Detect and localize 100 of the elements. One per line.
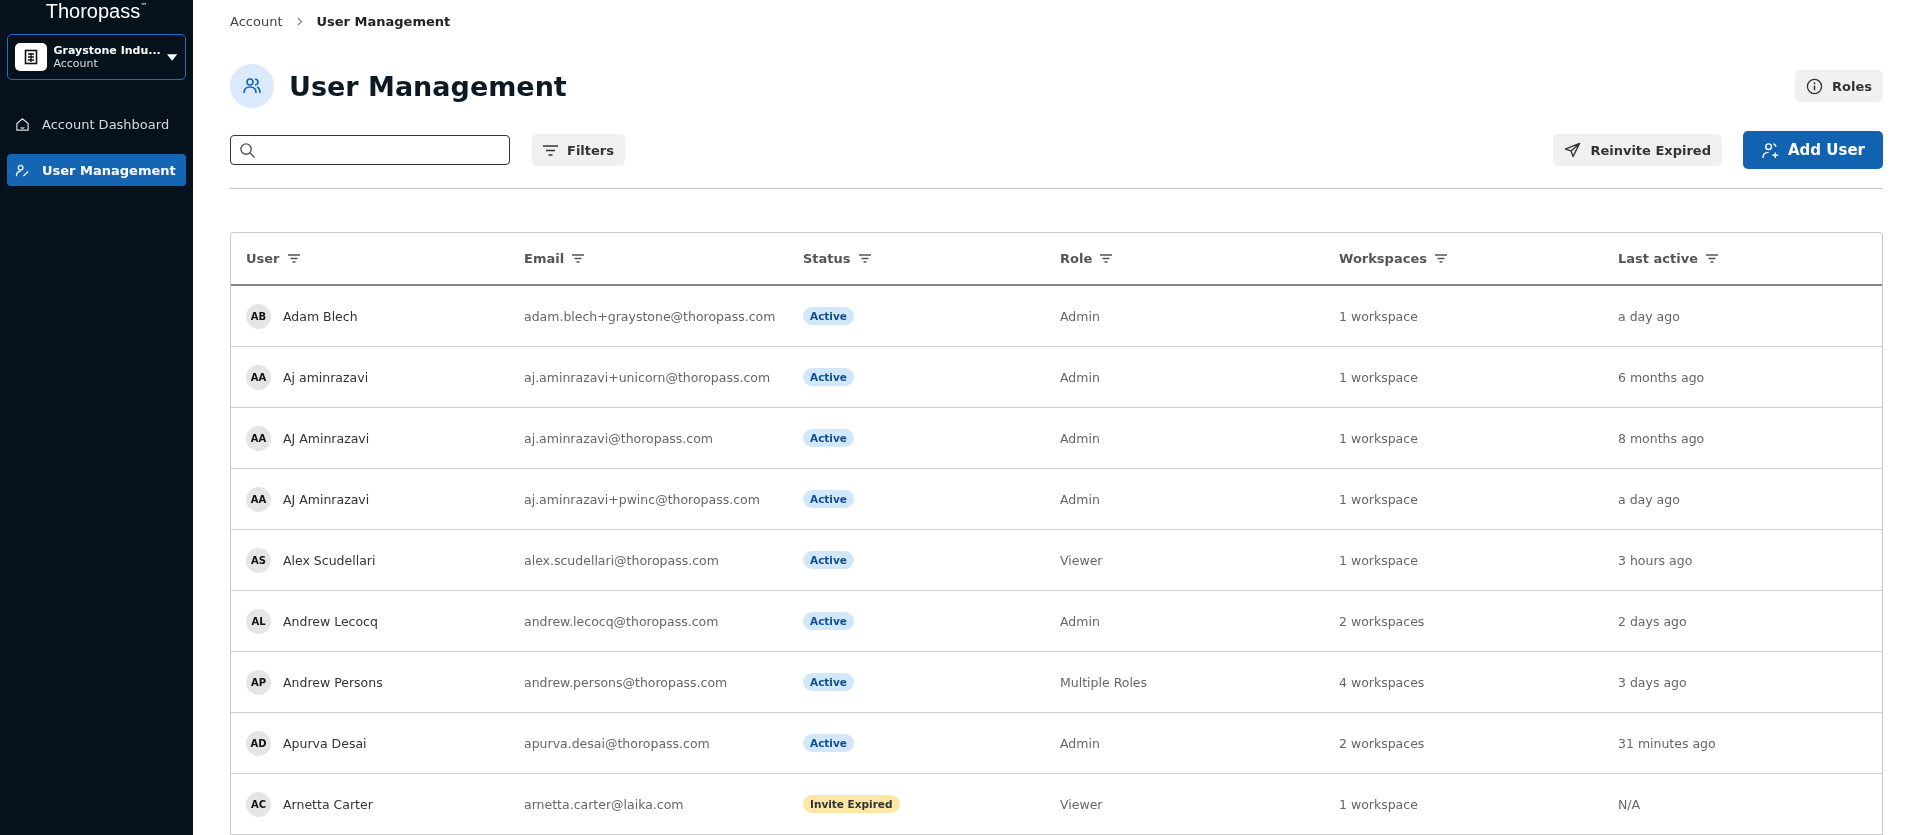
column-header[interactable]: Role [1045, 251, 1128, 266]
workspaces-text: 1 workspace [1339, 369, 1418, 385]
user-name: Andrew Lecocq [283, 613, 378, 629]
add-user-button[interactable]: Add User [1743, 131, 1883, 170]
column-header[interactable]: Status [788, 251, 886, 266]
last-active-text: N/A [1618, 796, 1641, 812]
email-text: aj.aminrazavi@thoropass.com [524, 430, 713, 446]
status-badge: Active [803, 673, 854, 691]
role-text: Admin [1060, 369, 1100, 385]
sidebar-item[interactable]: Account Dashboard [7, 108, 186, 140]
logo: Thoropass [45, 0, 141, 22]
workspaces-text: 4 workspaces [1339, 674, 1425, 690]
avatar-initials: AS [246, 547, 271, 573]
role-text: Viewer [1060, 552, 1103, 568]
last-active-text: 6 months ago [1618, 369, 1705, 385]
home-icon [15, 116, 30, 132]
email-text: aj.aminrazavi+pwinc@thoropass.com [524, 491, 760, 507]
send-icon [1564, 141, 1582, 159]
sidebar-item[interactable]: User Management [7, 154, 186, 186]
workspaces-text: 1 workspace [1339, 308, 1418, 324]
roles-button[interactable]: Roles [1795, 70, 1883, 102]
filter-icon [543, 144, 558, 156]
breadcrumb-link[interactable]: Account [230, 14, 283, 30]
role-text: Admin [1060, 613, 1100, 629]
avatar-initials: AC [246, 791, 271, 817]
users-icon [230, 64, 274, 108]
role-text: Admin [1060, 308, 1100, 324]
email-text: apurva.desai@thoropass.com [524, 735, 710, 751]
role-text: Admin [1060, 491, 1100, 507]
status-badge: Active [803, 368, 854, 386]
filter-icon [1100, 254, 1113, 263]
caret-icon [166, 53, 177, 61]
avatar-initials: AA [246, 425, 271, 451]
column-header[interactable]: Email [509, 251, 600, 266]
avatar-initials: AA [246, 486, 271, 512]
avatar-initials: AL [246, 608, 271, 634]
last-active-text: a day ago [1618, 491, 1680, 507]
status-badge: Active [803, 307, 854, 325]
last-active-text: 31 minutes ago [1618, 735, 1716, 751]
email-text: aj.aminrazavi+unicorn@thoropass.com [524, 369, 771, 385]
workspaces-text: 1 workspace [1339, 491, 1418, 507]
user-name: Apurva Desai [283, 735, 367, 751]
column-header[interactable]: User [231, 251, 315, 266]
user-edit-icon [15, 162, 30, 178]
workspaces-text: 1 workspace [1339, 796, 1418, 812]
status-badge: Active [803, 612, 854, 630]
email-text: andrew.lecocq@thoropass.com [524, 613, 719, 629]
avatar-initials: AD [246, 730, 271, 756]
info-icon [1806, 77, 1824, 95]
status-badge: Active [803, 490, 854, 508]
account-name: Graystone Indu... [53, 44, 161, 57]
user-name: AJ Aminrazavi [283, 430, 370, 446]
role-text: Admin [1060, 430, 1100, 446]
user-name: Adam Blech [283, 308, 358, 324]
last-active-text: a day ago [1618, 308, 1680, 324]
avatar-initials: AB [246, 303, 271, 329]
last-active-text: 3 hours ago [1618, 552, 1693, 568]
add-user-icon [1761, 140, 1780, 160]
filter-icon [1434, 254, 1447, 263]
filter-icon [287, 254, 300, 263]
avatar-initials: AA [246, 364, 271, 390]
status-badge: Active [803, 429, 854, 447]
role-text: Multiple Roles [1060, 674, 1148, 690]
workspaces-text: 1 workspace [1339, 552, 1418, 568]
last-active-text: 8 months ago [1618, 430, 1705, 446]
filter-icon [858, 254, 871, 263]
user-name: Andrew Persons [283, 674, 383, 690]
last-active-text: 3 days ago [1618, 674, 1687, 690]
email-text: adam.blech+graystone@thoropass.com [524, 308, 776, 324]
last-active-text: 2 days ago [1618, 613, 1687, 629]
email-text: alex.scudellari@thoropass.com [524, 552, 719, 568]
email-text: arnetta.carter@laika.com [524, 796, 684, 812]
user-name: AJ Aminrazavi [283, 491, 370, 507]
status-badge: Active [803, 734, 854, 752]
page-title: User Management [289, 70, 567, 102]
user-name: Aj aminrazavi [283, 369, 369, 385]
user-name: Alex Scudellari [283, 552, 376, 568]
column-header[interactable]: Workspaces [1324, 251, 1462, 266]
role-text: Admin [1060, 735, 1100, 751]
user-name: Arnetta Carter [283, 796, 373, 812]
column-header[interactable]: Last active [1603, 251, 1733, 266]
filters-button[interactable]: Filters [532, 134, 625, 167]
status-badge: Active [803, 551, 854, 569]
reinvite-button[interactable]: Reinvite Expired [1553, 134, 1722, 167]
search-field[interactable] [230, 135, 510, 166]
workspaces-text: 2 workspaces [1339, 735, 1425, 751]
filter-icon [1706, 254, 1718, 263]
breadcrumb-link[interactable]: User Management [316, 14, 451, 30]
filter-icon [572, 254, 585, 263]
chevron-icon [296, 17, 303, 27]
workspaces-text: 2 workspaces [1339, 613, 1425, 629]
account-label: Account [53, 57, 99, 70]
status-badge: Invite Expired [803, 795, 900, 813]
role-text: Viewer [1060, 796, 1103, 812]
building-icon [15, 43, 48, 71]
account-switcher[interactable]: Graystone Indu... Account [7, 34, 186, 80]
email-text: andrew.persons@thoropass.com [524, 674, 728, 690]
avatar-initials: AP [246, 669, 271, 695]
search-icon [239, 141, 256, 159]
workspaces-text: 1 workspace [1339, 430, 1418, 446]
